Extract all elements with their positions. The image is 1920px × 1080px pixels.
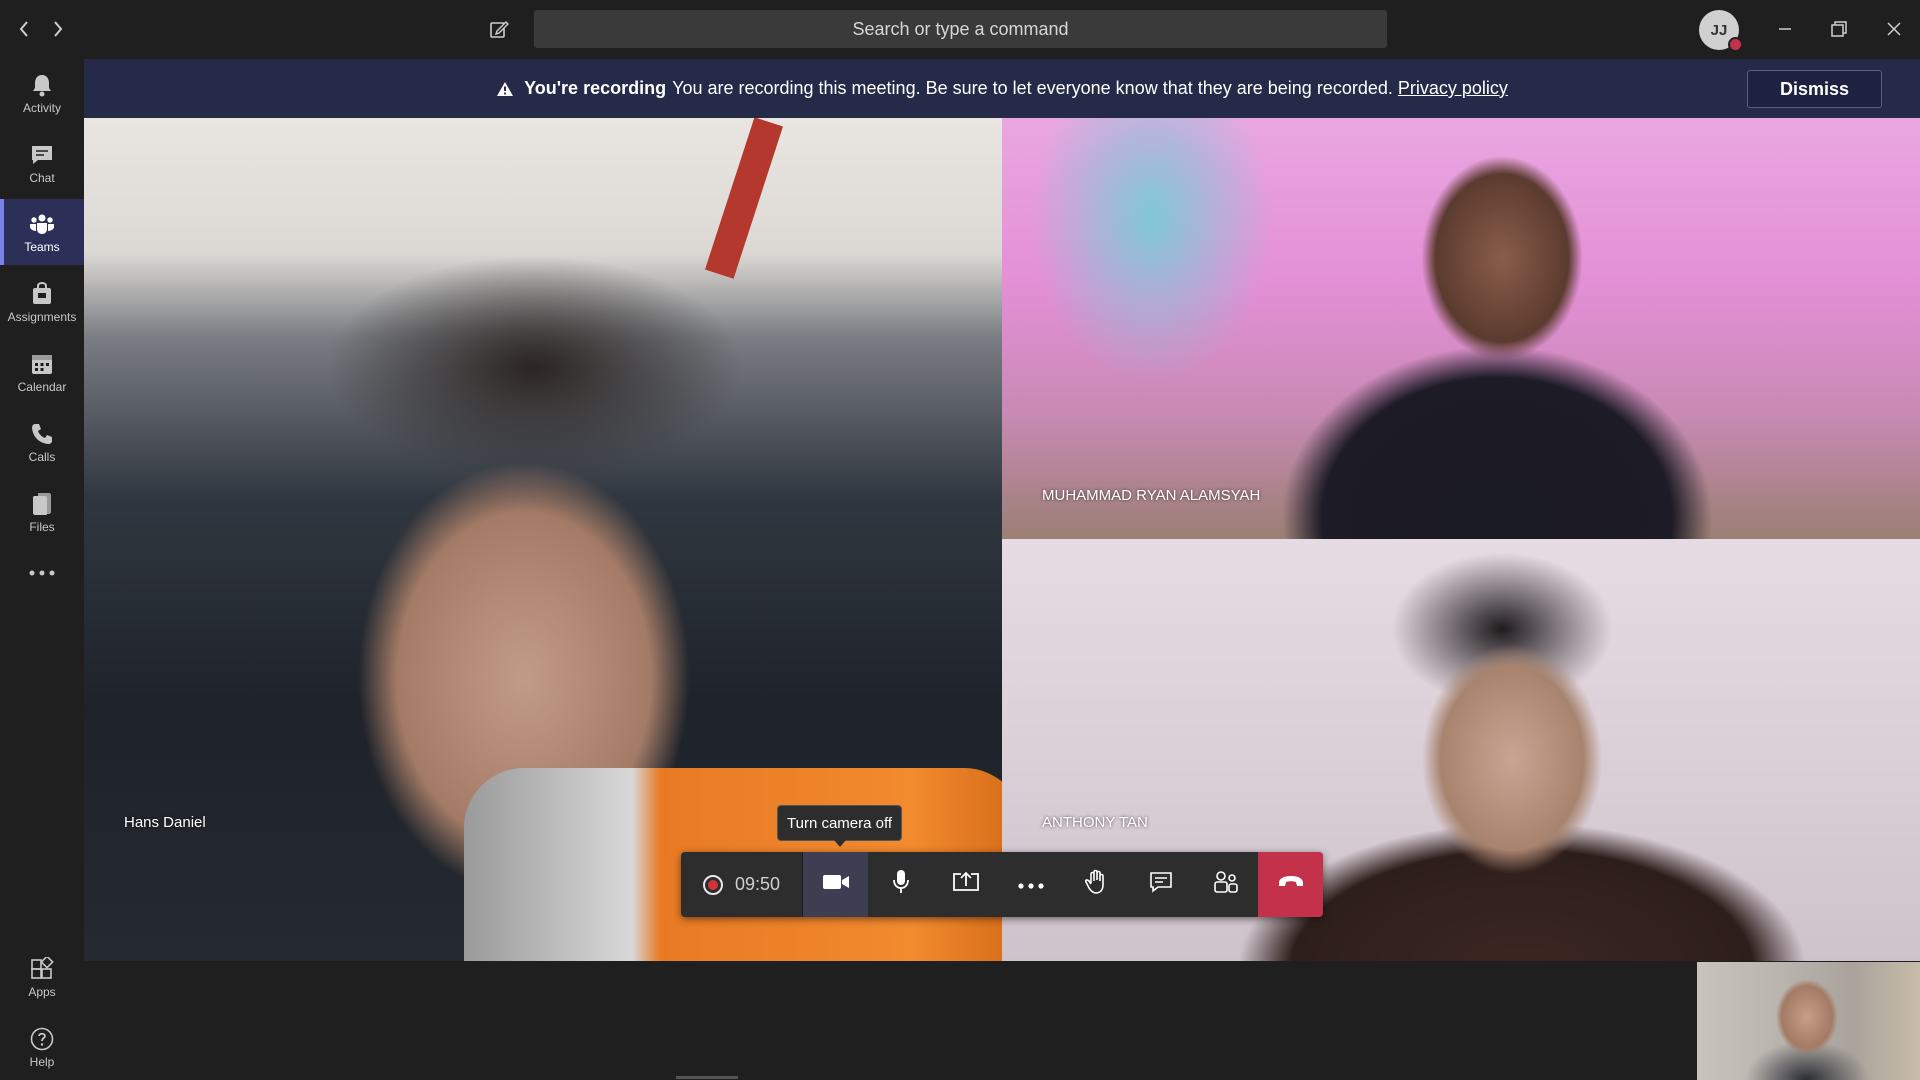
banner-message: You are recording this meeting. Be sure … xyxy=(672,78,1393,98)
back-icon[interactable] xyxy=(12,14,36,44)
rail-label: Apps xyxy=(28,984,56,999)
more-actions-icon xyxy=(1017,876,1044,894)
rail-item-calls[interactable]: Calls xyxy=(0,409,84,475)
hang-up-button[interactable] xyxy=(1258,852,1323,917)
hang-up-icon xyxy=(1277,875,1305,894)
video-background-detail xyxy=(705,118,783,279)
assignments-icon xyxy=(29,281,55,307)
raise-hand-icon xyxy=(1084,869,1108,900)
rail-label: Help xyxy=(29,1054,55,1069)
participant-name: ANTHONY TAN xyxy=(1042,814,1148,831)
show-participants-button[interactable] xyxy=(1193,852,1258,917)
microphone-icon xyxy=(891,869,911,900)
teams-icon xyxy=(29,211,55,237)
show-conversation-button[interactable] xyxy=(1128,852,1193,917)
restore-icon[interactable] xyxy=(1824,14,1854,44)
rail-item-activity[interactable]: Activity xyxy=(0,60,84,126)
avatar-initials: JJ xyxy=(1710,21,1728,39)
call-duration: 09:50 xyxy=(734,874,781,894)
call-controls-bar: 09:50 xyxy=(681,852,1323,917)
rail-item-calendar[interactable]: Calendar xyxy=(0,339,84,405)
presence-badge xyxy=(1728,37,1743,52)
bell-icon xyxy=(29,72,55,98)
participant-name: Hans Daniel xyxy=(124,814,206,831)
dismiss-button[interactable]: Dismiss xyxy=(1747,70,1882,108)
rail-label: Activity xyxy=(22,100,61,115)
video-camera-icon xyxy=(822,873,850,896)
more-actions-button[interactable] xyxy=(998,852,1063,917)
title-bar: Search or type a command JJ xyxy=(0,0,1920,59)
recording-timer: 09:50 xyxy=(681,852,803,917)
self-video-preview[interactable] xyxy=(1697,962,1920,1080)
files-icon xyxy=(29,491,55,517)
share-screen-button[interactable] xyxy=(933,852,998,917)
warning-icon xyxy=(496,81,514,97)
app-bar: Activity Chat Teams Assignments Calendar xyxy=(0,59,84,1080)
rail-item-help[interactable]: Help xyxy=(0,1014,84,1080)
rail-label: Teams xyxy=(24,239,60,254)
banner-title: You're recording xyxy=(524,78,667,98)
raise-hand-button[interactable] xyxy=(1063,852,1128,917)
rail-item-apps[interactable]: Apps xyxy=(0,944,84,1010)
share-screen-icon xyxy=(952,870,980,899)
avatar[interactable]: JJ xyxy=(1699,10,1743,52)
rail-label: Chat xyxy=(29,170,55,185)
search-input[interactable]: Search or type a command xyxy=(534,10,1387,48)
participant-video-muhammad-ryan-alamsyah[interactable]: MUHAMMAD RYAN ALAMSYAH xyxy=(1002,118,1920,539)
rail-label: Calendar xyxy=(17,379,67,394)
new-chat-icon[interactable] xyxy=(484,14,514,44)
rail-label: Calls xyxy=(28,449,56,464)
close-icon[interactable] xyxy=(1879,14,1909,44)
recording-icon xyxy=(702,874,723,895)
rail-label: Files xyxy=(29,519,55,534)
camera-tooltip: Turn camera off xyxy=(777,805,903,847)
apps-icon xyxy=(29,956,55,982)
more-apps-icon[interactable] xyxy=(0,551,84,595)
rail-label: Assignments xyxy=(7,309,77,324)
rail-item-chat[interactable]: Chat xyxy=(0,130,84,196)
recording-banner: You're recording You are recording this … xyxy=(84,59,1920,118)
help-icon xyxy=(29,1026,55,1052)
rail-item-files[interactable]: Files xyxy=(0,479,84,545)
conversation-icon xyxy=(1149,871,1173,898)
teams-meeting-window: Search or type a command JJ Activity Cha… xyxy=(0,0,1920,1080)
scroll-indicator xyxy=(676,1076,738,1079)
rail-item-assignments[interactable]: Assignments xyxy=(0,269,84,335)
phone-icon xyxy=(29,421,55,447)
privacy-policy-link[interactable]: Privacy policy xyxy=(1398,78,1508,99)
rail-item-teams[interactable]: Teams xyxy=(0,199,84,265)
camera-button[interactable] xyxy=(803,852,868,917)
participants-icon xyxy=(1213,870,1239,899)
microphone-button[interactable] xyxy=(868,852,933,917)
forward-icon[interactable] xyxy=(46,14,70,44)
chat-icon xyxy=(29,142,55,168)
calendar-icon xyxy=(29,351,55,377)
video-stage: Hans Daniel MUHAMMAD RYAN ALAMSYAH ANTHO… xyxy=(84,118,1920,961)
minimize-icon[interactable] xyxy=(1770,14,1800,44)
participant-name: MUHAMMAD RYAN ALAMSYAH xyxy=(1042,487,1261,504)
